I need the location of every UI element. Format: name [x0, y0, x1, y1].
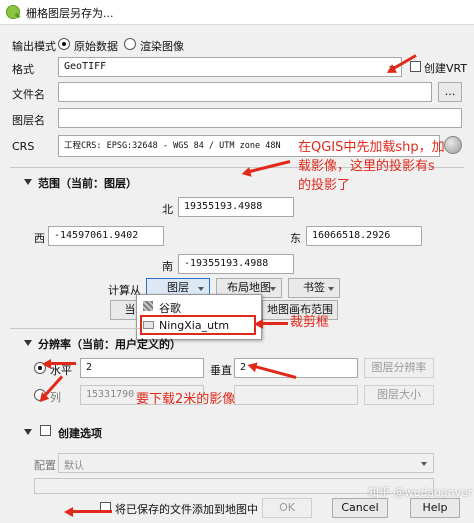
column-label: 列 [50, 391, 61, 404]
annotation-arrow-add-to-map [68, 510, 112, 513]
annotation-note-crs: 在QGIS中先加载shp，加 载影像，这里的投影有s 的投影了 [298, 140, 445, 193]
layer-size-button[interactable]: 图层大小 [364, 385, 434, 405]
help-button[interactable]: Help [410, 498, 460, 518]
filename-input[interactable] [58, 82, 432, 102]
north-input[interactable]: 19355193.4988 [178, 197, 294, 217]
west-input[interactable]: -14597061.9402 [48, 226, 164, 246]
south-input[interactable]: -19355193.4988 [178, 254, 294, 274]
radio-rendered-image-label: 渲染图像 [140, 40, 184, 53]
profile-label: 配置 [34, 459, 56, 472]
layer-name-input[interactable] [58, 108, 462, 128]
horizontal-resolution-input[interactable]: 2 [80, 358, 204, 378]
east-input[interactable]: 16066518.2926 [306, 226, 422, 246]
collapse-create-options-icon[interactable] [24, 429, 32, 435]
format-select[interactable]: GeoTIFF [58, 57, 402, 77]
chevron-down-icon [270, 287, 276, 291]
layer-name-label: 图层名 [12, 114, 45, 127]
window-title: 栅格图层另存为... [26, 7, 114, 20]
title-bar: 栅格图层另存为... [0, 0, 474, 25]
create-vrt-checkbox[interactable] [410, 61, 421, 72]
cancel-button[interactable]: Cancel [332, 498, 388, 518]
qgis-logo-icon [6, 5, 20, 19]
annotation-arrow-horizontal [46, 362, 76, 365]
radio-raw-data[interactable] [58, 38, 70, 50]
watermark: 知乎 @wudaoanyer [368, 486, 473, 499]
annotation-note-clip: 裁剪框 [290, 315, 330, 330]
output-mode-label: 输出模式 [12, 40, 56, 53]
format-label: 格式 [12, 63, 34, 76]
bookmarks-button[interactable]: 书签 [288, 278, 340, 298]
profile-select[interactable]: 默认 [58, 453, 434, 473]
crs-label: CRS [12, 140, 35, 153]
create-vrt-label: 创建VRT [424, 62, 468, 75]
vertical-label: 垂直 [210, 364, 232, 377]
ok-button[interactable]: OK [262, 498, 312, 518]
annotation-arrow-clip [258, 322, 288, 325]
popup-item-google[interactable]: 谷歌 [141, 298, 257, 315]
radio-raw-data-label: 原始数据 [74, 40, 118, 53]
annotation-note-resolution: 要下载2米的影像 [136, 392, 236, 407]
extent-group-title: 范围（当前：图层） [38, 177, 137, 190]
add-to-map-label: 将已保存的文件添加到地图中 [115, 503, 258, 516]
south-label: 南 [162, 260, 173, 273]
collapse-extent-icon[interactable] [24, 179, 32, 185]
resolution-group-title: 分辨率（当前：用户定义的） [38, 338, 181, 351]
rows-input[interactable] [234, 385, 358, 405]
create-options-title: 创建选项 [58, 427, 102, 440]
divider [10, 328, 140, 329]
radio-rendered-image[interactable] [124, 38, 136, 50]
filename-label: 文件名 [12, 88, 45, 101]
browse-button[interactable]: ... [438, 82, 462, 102]
annotation-highlight-box [140, 315, 256, 335]
collapse-resolution-icon[interactable] [24, 340, 32, 346]
layer-resolution-button[interactable]: 图层分辨率 [364, 358, 434, 378]
east-label: 东 [290, 232, 301, 245]
chevron-down-icon [421, 462, 427, 466]
west-label: 西 [34, 232, 45, 245]
north-label: 北 [162, 203, 173, 216]
chevron-down-icon [328, 287, 334, 291]
chevron-down-icon [198, 287, 204, 291]
raster-layer-icon [143, 301, 153, 311]
create-options-checkbox[interactable] [40, 425, 51, 436]
